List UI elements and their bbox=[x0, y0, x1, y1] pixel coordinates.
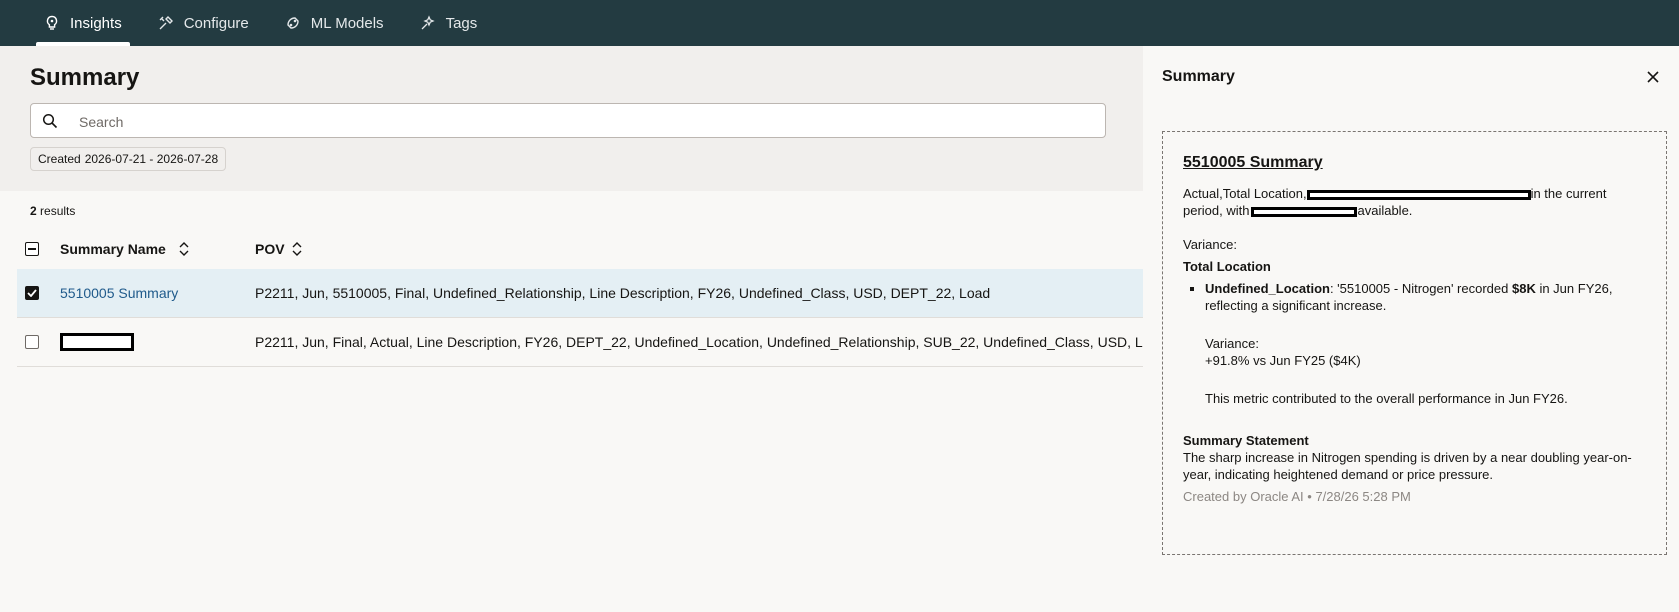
summary-card: 5510005 Summary Actual,Total Location, in… bbox=[1162, 131, 1667, 555]
search-box[interactable] bbox=[30, 103, 1106, 139]
sort-icon[interactable] bbox=[291, 242, 303, 256]
intro-part-3: period, with bbox=[1183, 203, 1250, 218]
results-count-number: 2 bbox=[30, 204, 37, 218]
redacted-value bbox=[1251, 206, 1358, 217]
column-header-pov[interactable]: POV bbox=[255, 241, 1143, 257]
main-header: Summary Created 2026-07-21 - 2026-07-28 bbox=[0, 46, 1143, 191]
column-header-summary-name[interactable]: Summary Name bbox=[60, 241, 255, 257]
tag-icon bbox=[421, 15, 435, 30]
close-icon[interactable] bbox=[1645, 69, 1661, 85]
results-count: 2 results bbox=[30, 204, 75, 218]
row-checkbox[interactable] bbox=[25, 335, 39, 349]
lightbulb-icon bbox=[46, 15, 58, 30]
tab-tags[interactable]: Tags bbox=[402, 0, 496, 46]
row-checkbox[interactable] bbox=[25, 286, 39, 300]
intro-text: Actual,Total Location, in the current per… bbox=[1183, 185, 1646, 219]
list-item: Undefined_Location: '5510005 - Nitrogen'… bbox=[1205, 280, 1646, 407]
sort-icon[interactable] bbox=[178, 242, 190, 256]
select-all-checkbox[interactable] bbox=[25, 242, 39, 256]
section-title: Total Location bbox=[1183, 259, 1271, 274]
column-header-label: POV bbox=[255, 241, 285, 257]
intro-part-2: in the current bbox=[1530, 186, 1607, 201]
summary-detail-panel: Summary 5510005 Summary Actual,Total Loc… bbox=[1143, 46, 1679, 612]
metric-variance-value: +91.8% vs Jun FY25 ($4K) bbox=[1205, 353, 1361, 368]
card-heading: 5510005 Summary bbox=[1183, 154, 1323, 171]
redacted-value bbox=[1306, 189, 1531, 200]
column-header-label: Summary Name bbox=[60, 241, 166, 257]
summary-table: Summary Name POV 5510005 Summary P2211, … bbox=[17, 229, 1143, 367]
table-row[interactable]: 5510005 Summary P2211, Jun, 5510005, Fin… bbox=[17, 269, 1143, 318]
redacted-summary-name[interactable] bbox=[60, 333, 134, 351]
minus-icon bbox=[28, 248, 36, 250]
bullet-text-1: : '5510005 - Nitrogen' recorded bbox=[1329, 281, 1512, 296]
contribution-text: This metric contributed to the overall p… bbox=[1205, 391, 1568, 406]
summary-name-link[interactable]: 5510005 Summary bbox=[60, 285, 178, 301]
tab-insights[interactable]: Insights bbox=[26, 0, 140, 46]
check-icon bbox=[27, 289, 37, 297]
search-icon bbox=[42, 113, 58, 129]
top-nav: Insights Configure ML Models Tags bbox=[0, 0, 1679, 46]
statement-text: The sharp increase in Nitrogen spending … bbox=[1183, 450, 1632, 482]
pov-cell: P2211, Jun, Final, Actual, Line Descript… bbox=[255, 334, 1143, 350]
table-header: Summary Name POV bbox=[17, 229, 1143, 269]
tab-ml-models[interactable]: ML Models bbox=[267, 0, 402, 46]
main-content: Summary Created 2026-07-21 - 2026-07-28 … bbox=[0, 46, 1143, 612]
metric-variance-label: Variance: bbox=[1205, 336, 1259, 351]
table-row[interactable]: P2211, Jun, Final, Actual, Line Descript… bbox=[17, 318, 1143, 367]
intro-part-4: available. bbox=[1357, 203, 1413, 218]
page-title: Summary bbox=[30, 64, 140, 91]
tab-configure-label: Configure bbox=[183, 14, 249, 32]
intro-part-1: Actual,Total Location, bbox=[1183, 186, 1307, 201]
tab-tags-label: Tags bbox=[445, 14, 478, 32]
pov-cell: P2211, Jun, 5510005, Final, Undefined_Re… bbox=[255, 285, 991, 301]
results-count-suffix: results bbox=[40, 204, 76, 218]
filter-chip-created[interactable]: Created 2026-07-21 - 2026-07-28 bbox=[30, 147, 227, 171]
search-input[interactable] bbox=[77, 104, 1101, 139]
tab-configure[interactable]: Configure bbox=[140, 0, 267, 46]
panel-title: Summary bbox=[1162, 68, 1235, 85]
tab-insights-label: Insights bbox=[70, 14, 122, 32]
variance-label: Variance: bbox=[1183, 237, 1237, 252]
bullet-amount: $8K bbox=[1511, 281, 1536, 296]
ml-models-icon bbox=[287, 17, 299, 29]
filter-chip-value: 2026-07-21 - 2026-07-28 bbox=[84, 152, 219, 166]
created-by: Created by Oracle AI • 7/28/26 5:28 PM bbox=[1183, 489, 1411, 504]
tools-icon bbox=[159, 16, 173, 30]
filter-chip-label: Created bbox=[38, 152, 81, 166]
tab-ml-models-label: ML Models bbox=[310, 14, 384, 32]
statement-title: Summary Statement bbox=[1183, 433, 1309, 448]
variance-list: Undefined_Location: '5510005 - Nitrogen'… bbox=[1183, 280, 1646, 407]
bullet-dimension: Undefined_Location bbox=[1205, 281, 1330, 296]
